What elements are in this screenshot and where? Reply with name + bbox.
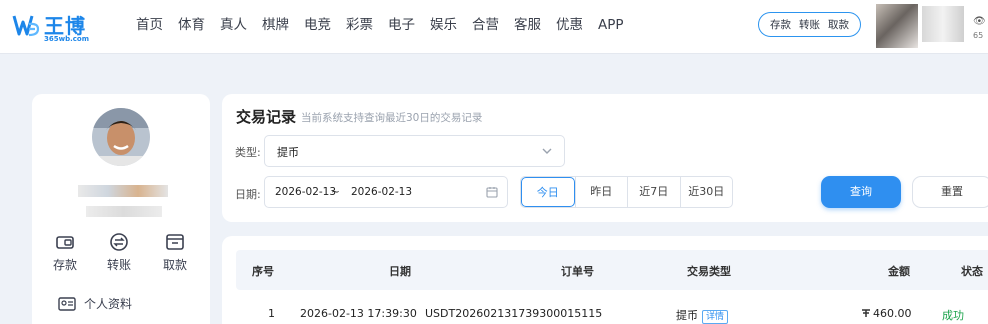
range-today-button[interactable]: 今日 [521,177,575,207]
main-nav: 首页 体育 真人 棋牌 电竞 彩票 电子 娱乐 合营 客服 优惠 APP [136,15,639,37]
date-label: 日期: [235,188,261,201]
sidebar-item-profile[interactable]: 个人资料 [58,295,132,312]
top-header: 王博 365wb.com 首页 体育 真人 棋牌 电竞 彩票 电子 娱乐 合营 … [0,0,988,54]
user-sidebar-card: 存款 转账 取款 个人资料 [32,94,210,324]
quick-deposit-button[interactable]: 存款 [770,17,791,32]
col-header-date: 日期 [389,265,411,278]
sidebar-transfer-button[interactable]: 转账 [99,232,139,273]
range-30days-button[interactable]: 近30日 [679,177,733,207]
page-note: 当前系统支持查询最近30日的交易记录 [301,112,483,124]
nav-item-promotions[interactable]: 优惠 [556,15,583,37]
cell-order: USDT20260213173930001511​5 [425,307,603,320]
user-avatar [92,108,150,166]
nav-item-slots[interactable]: 电子 [388,15,415,37]
cell-index: 1 [268,307,275,320]
header-balance: 65 [973,31,984,40]
profile-label: 个人资料 [84,297,133,311]
table-header-row [236,250,988,290]
sidebar-deposit-button[interactable]: 存款 [45,232,85,273]
transfer-icon [110,233,128,251]
range-yesterday-button[interactable]: 昨日 [574,177,628,207]
chevron-down-icon [542,148,552,154]
quick-withdraw-button[interactable]: 取款 [828,17,849,32]
brand-domain: 365wb.com [44,35,90,43]
range-7days-button[interactable]: 近7日 [627,177,680,207]
header-avatar[interactable] [876,4,918,48]
cell-date: 2026-02-13 17:39:30 [300,307,417,320]
nav-item-lottery[interactable]: 彩票 [346,15,373,37]
type-select[interactable]: 提币 [264,135,565,167]
detail-link[interactable]: 详情 [702,310,729,324]
query-button[interactable]: 查询 [821,176,901,208]
cell-type-text: 提币 [676,309,698,322]
eye-icon[interactable]: 👁 [973,16,986,27]
col-header-status: 状态 [961,265,983,278]
quick-transfer-button[interactable]: 转账 [799,17,820,32]
date-separator: ~ [331,186,340,198]
type-label: 类型: [235,146,261,159]
date-range-presets: 今日 昨日 近7日 近30日 [520,176,733,208]
cell-amount: 460.00 [861,307,912,320]
page-title: 交易记录 [236,108,297,126]
sidebar-withdraw-button[interactable]: 取款 [155,232,195,273]
col-header-index: 序号 [252,265,274,278]
nav-item-home[interactable]: 首页 [136,15,163,37]
logo-mark-icon [12,15,40,37]
col-header-type: 交易类型 [687,265,731,278]
id-card-icon [58,296,76,311]
cell-type: 提币 详情 [676,307,729,324]
nav-item-live[interactable]: 真人 [220,15,247,37]
site-logo[interactable]: 王博 365wb.com [12,8,98,44]
username-blurred [78,185,168,197]
cell-status: 成功 [942,309,964,322]
nav-item-cards[interactable]: 棋牌 [262,15,289,37]
nav-item-entertainment[interactable]: 娱乐 [430,15,457,37]
date-to: 2026-02-13 [351,186,413,198]
reset-button[interactable]: 重置 [912,176,988,208]
deposit-icon [56,236,74,249]
type-select-value: 提币 [277,146,299,159]
calendar-icon [486,187,498,198]
transfer-label: 转账 [106,258,131,272]
quick-actions: 存款 转账 取款 [758,12,861,37]
date-range-picker[interactable]: 2026-02-13 ~ 2026-02-13 [264,176,508,208]
col-header-amount: 金额 [888,265,910,278]
amount-value: 460.00 [873,307,912,320]
header-username-blurred [922,6,964,42]
nav-item-sports[interactable]: 体育 [178,15,205,37]
nav-item-partner[interactable]: 合营 [472,15,499,37]
withdraw-icon [166,234,184,250]
date-from: 2026-02-13 [275,186,337,198]
avatar-image [92,108,150,166]
transaction-table: 序号 日期 订单号 交易类型 金额 状态 1 2026-02-13 17:39:… [222,236,988,324]
deposit-label: 存款 [52,258,77,272]
nav-item-esports[interactable]: 电竞 [304,15,331,37]
transaction-filter-panel: 交易记录 当前系统支持查询最近30日的交易记录 类型: 提币 日期: 2026-… [222,94,988,222]
nav-item-app[interactable]: APP [598,15,624,37]
nav-item-support[interactable]: 客服 [514,15,541,37]
col-header-order: 订单号 [561,265,594,278]
userinfo-blurred [86,206,162,217]
withdraw-label: 取款 [162,258,187,272]
usdt-icon [862,309,870,317]
